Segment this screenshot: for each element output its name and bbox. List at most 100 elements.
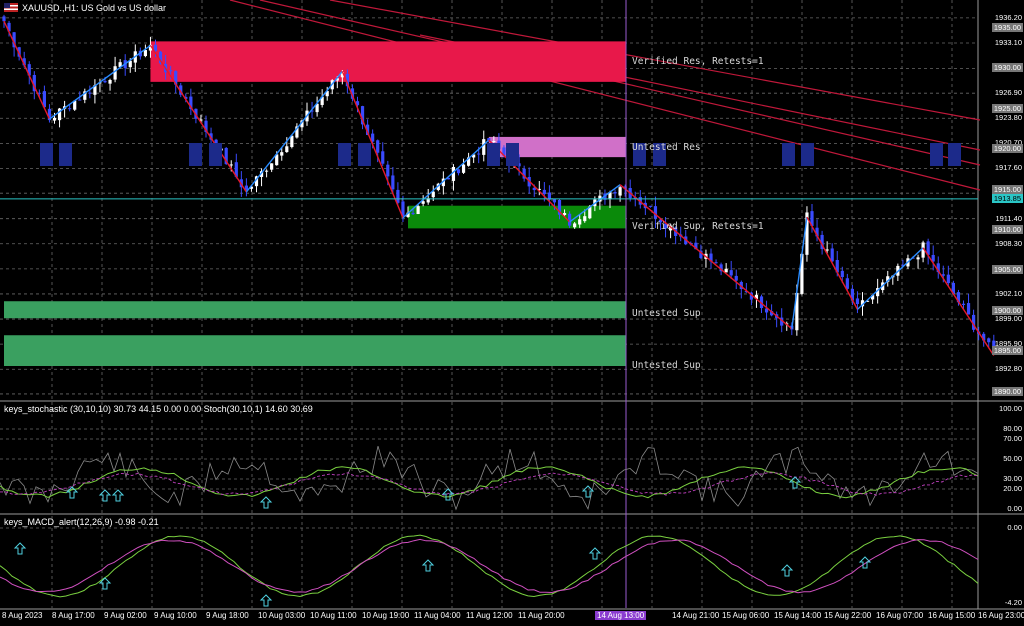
time-axis-label: 9 Aug 10:00 <box>154 611 197 620</box>
zone-label-untested-sup-2: Untested Sup <box>632 360 701 371</box>
zigzag-segment <box>922 247 995 356</box>
zigzag-segment <box>49 44 151 120</box>
zigzag-segment <box>245 70 343 193</box>
time-axis-label: 16 Aug 07:00 <box>876 611 924 620</box>
signal-marker <box>801 143 814 166</box>
candle-body <box>270 163 274 170</box>
time-axis-label: 11 Aug 04:00 <box>414 611 461 620</box>
time-axis-label: 15 Aug 14:00 <box>774 611 822 620</box>
candle-body <box>477 153 481 155</box>
candle-body <box>391 175 395 190</box>
stochastic-axis-label: 50.00 <box>1003 454 1022 463</box>
macd-indicator-title: keys_MACD_alert(12,26,9) -0.98 -0.21 <box>4 517 159 527</box>
time-axis-label: 11 Aug 12:00 <box>466 611 513 620</box>
time-axis-label: 10 Aug 03:00 <box>258 611 306 620</box>
candle-body <box>916 257 920 260</box>
signal-marker <box>209 143 222 166</box>
candle-body <box>411 212 415 215</box>
candle-body <box>492 141 496 143</box>
signal-marker <box>338 143 351 166</box>
macd-buy-arrow-icon <box>588 547 602 560</box>
price-level-box: 1925.00 <box>991 103 1023 113</box>
price-level-box: 1915.00 <box>991 184 1023 194</box>
candle-body <box>2 16 6 22</box>
price-level-box: 1935.00 <box>991 22 1023 32</box>
time-axis-label: 14 Aug 21:00 <box>672 611 720 620</box>
candle-body <box>583 216 587 222</box>
candle-body <box>290 135 294 148</box>
stochastic-buy-arrow-icon <box>111 489 125 502</box>
time-axis-label: 11 Aug 20:00 <box>518 611 565 620</box>
zone-label-untested-sup-1: Untested Sup <box>632 308 701 319</box>
signal-marker <box>189 143 202 166</box>
candle-body <box>825 249 829 251</box>
stochastic-axis-label: 100.00 <box>999 404 1022 413</box>
candle-body <box>68 108 72 110</box>
candle-body <box>482 139 486 155</box>
candle-body <box>285 146 289 153</box>
chart-window[interactable]: XAUUSD.,H1: US Gold vs US dollar keys_st… <box>0 0 1024 622</box>
time-axis-label: 8 Aug 2023 <box>2 611 43 620</box>
candle-body <box>578 219 582 225</box>
candle-body <box>431 191 435 198</box>
price-axis-label: 1908.30 <box>994 238 1022 248</box>
candle-body <box>542 189 546 195</box>
chart-canvas[interactable] <box>0 0 1024 622</box>
price-axis-label: 1911.40 <box>995 213 1022 223</box>
candle-body <box>618 187 622 196</box>
stochastic-axis-label: 70.00 <box>1003 434 1022 443</box>
candle-body <box>456 169 461 174</box>
price-axis-label: 1917.60 <box>994 163 1022 173</box>
price-level-box: 1920.00 <box>991 144 1023 154</box>
stochastic-indicator-title: keys_stochastic (30,10,10) 30.73 44.15 0… <box>4 404 313 414</box>
zigzag-segment <box>3 20 51 120</box>
signal-marker <box>40 143 53 166</box>
signal-marker <box>930 143 943 166</box>
price-axis-label: 1899.00 <box>994 314 1022 324</box>
stochastic-buy-arrow-icon <box>259 496 273 509</box>
zigzag-segment <box>806 216 859 310</box>
candle-body <box>416 206 420 215</box>
symbol-title: XAUUSD.,H1: US Gold vs US dollar <box>22 3 167 13</box>
time-axis-label: 16 Aug 15:00 <box>928 611 976 620</box>
zigzag-segment <box>791 216 808 329</box>
price-level-box: 1905.00 <box>991 265 1023 275</box>
zone-label-verified-res: Verified Res, Retests=1 <box>632 56 764 67</box>
candle-body <box>280 152 284 156</box>
signal-marker <box>948 143 961 166</box>
stochastic-axis-label: 0.00 <box>1007 504 1022 513</box>
price-axis-label: 1892.80 <box>994 364 1022 374</box>
crosshair-time-label: 14 Aug 13:00 <box>595 611 647 620</box>
price-level-box: 1910.00 <box>991 225 1023 234</box>
time-axis-label: 8 Aug 17:00 <box>52 611 95 620</box>
price-axis-label: 1923.80 <box>994 113 1022 123</box>
sr-zone-2 <box>408 205 626 229</box>
candle-body <box>613 192 617 194</box>
zigzag-segment <box>856 247 924 310</box>
sr-zone-4 <box>4 335 626 366</box>
signal-marker <box>358 143 371 166</box>
candle-body <box>966 303 971 315</box>
candle-body <box>961 303 966 305</box>
candle-body <box>113 66 117 80</box>
candle-body <box>729 270 733 276</box>
stochastic-main-line <box>0 466 979 499</box>
candle-body <box>987 338 991 343</box>
candle-body <box>552 199 557 203</box>
candle-body <box>169 70 173 72</box>
candle-body <box>386 164 390 177</box>
candle-body <box>376 140 380 153</box>
time-axis-label: 9 Aug 18:00 <box>206 611 249 620</box>
candle-body <box>653 206 658 219</box>
signal-marker <box>782 143 795 166</box>
candle-body <box>88 92 92 94</box>
signal-marker <box>59 143 72 166</box>
macd-buy-arrow-icon <box>259 594 273 607</box>
zone-label-verified-sup: Verified Sup, Retests=1 <box>632 221 764 232</box>
price-axis-label: 1926.90 <box>994 88 1022 98</box>
candle-body <box>845 278 849 289</box>
candle-body <box>78 99 82 101</box>
time-axis-label: 10 Aug 19:00 <box>362 611 410 620</box>
candle-body <box>648 205 652 207</box>
signal-marker <box>487 143 500 166</box>
